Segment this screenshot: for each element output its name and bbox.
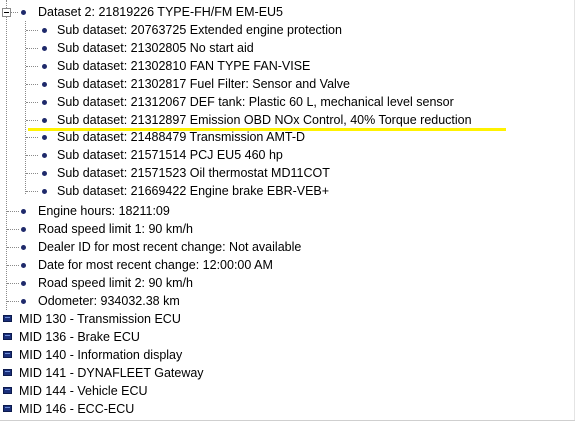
tree-node-sub-dataset[interactable]: Sub dataset: 21571514 PCJ EU5 460 hp (0, 146, 570, 164)
tree-branch-line (7, 300, 19, 302)
property-label: Road speed limit 2: 90 km/h (38, 275, 193, 290)
bullet-icon (42, 99, 47, 105)
bullet-icon (21, 280, 26, 286)
bullet-icon (42, 189, 47, 195)
tree-node-property[interactable]: Dealer ID for most recent change: Not av… (0, 238, 570, 256)
bullet-icon (42, 135, 47, 141)
tree-branch-line (26, 137, 38, 139)
sub-dataset-label: Sub dataset: 21312897 Emission OBD NOx C… (57, 112, 472, 127)
tree-node-ecu[interactable]: MID 146 - ECC-ECU (0, 400, 570, 418)
ecu-label: MID 136 - Brake ECU (19, 329, 140, 344)
sub-dataset-label: Sub dataset: 21302805 No start aid (57, 40, 254, 55)
ecu-module-icon (3, 404, 12, 412)
tree-node-sub-dataset[interactable]: Sub dataset: 21669422 Engine brake EBR-V… (0, 182, 570, 200)
ecu-module-icon (3, 315, 12, 322)
bullet-icon (42, 81, 47, 87)
bullet-icon (42, 153, 47, 159)
bullet-icon (21, 262, 26, 268)
property-label: Dealer ID for most recent change: Not av… (38, 239, 302, 254)
sub-dataset-label: Sub dataset: 21302810 FAN TYPE FAN-VISE (57, 58, 311, 73)
tree-node-sub-dataset[interactable]: Sub dataset: 21571523 Oil thermostat MD1… (0, 164, 570, 182)
property-label: Odometer: 934032.38 km (38, 293, 180, 308)
ecu-tree-view[interactable]: Dataset 2: 21819226 TYPE-FH/FM EM-EU5 Su… (0, 0, 575, 420)
tree-node-dataset[interactable]: Dataset 2: 21819226 TYPE-FH/FM EM-EU5 (0, 3, 400, 21)
bullet-icon (21, 209, 26, 214)
tree-node-ecu[interactable]: MID 140 - Information display (0, 346, 570, 364)
sub-dataset-label: Sub dataset: 20763725 Extended engine pr… (57, 23, 342, 37)
bullet-icon (42, 45, 47, 51)
tree-node-ecu[interactable]: MID 130 - Transmission ECU (0, 310, 570, 328)
dataset-label: Dataset 2: 21819226 TYPE-FH/FM EM-EU5 (38, 5, 284, 19)
ecu-label: MID 144 - Vehicle ECU (19, 383, 148, 398)
tree-branch-line (26, 65, 38, 67)
ecu-module-icon (3, 386, 12, 394)
tree-node-sub-dataset[interactable]: Sub dataset: 21302810 FAN TYPE FAN-VISE (0, 57, 570, 75)
tree-branch-line (26, 83, 38, 85)
ecu-label: MID 141 - DYNAFLEET Gateway (19, 365, 204, 380)
tree-node-property[interactable]: Date for most recent change: 12:00:00 AM (0, 256, 570, 274)
tree-node-property[interactable]: Road speed limit 2: 90 km/h (0, 274, 570, 292)
tree-branch-line (7, 246, 19, 248)
bullet-icon (21, 298, 26, 304)
ecu-label: MID 140 - Information display (19, 347, 183, 362)
tree-node-sub-dataset[interactable]: Sub dataset: 21312067 DEF tank: Plastic … (0, 93, 570, 111)
tree-bottom-border (0, 420, 575, 421)
tree-node-property[interactable]: Road speed limit 1: 90 km/h (0, 220, 570, 238)
sub-dataset-label: Sub dataset: 21571523 Oil thermostat MD1… (57, 166, 330, 181)
bullet-icon (42, 117, 47, 123)
tree-node-sub-dataset[interactable]: Sub dataset: 20763725 Extended engine pr… (0, 21, 570, 39)
ecu-module-icon (3, 368, 12, 376)
bullet-icon (21, 226, 26, 232)
property-label: Engine hours: 18211:09 (38, 204, 170, 218)
tree-branch-line (26, 191, 38, 193)
tree-node-sub-dataset[interactable]: Sub dataset: 21488479 Transmission AMT-D (0, 128, 570, 146)
ecu-label: MID 146 - ECC-ECU (19, 401, 135, 416)
ecu-module-icon (3, 332, 12, 340)
bullet-icon (42, 28, 47, 33)
tree-node-ecu[interactable]: MID 136 - Brake ECU (0, 328, 570, 346)
tree-node-ecu[interactable]: MID 141 - DYNAFLEET Gateway (0, 364, 570, 382)
tree-node-ecu[interactable]: MID 144 - Vehicle ECU (0, 382, 570, 400)
tree-branch-line (26, 119, 38, 121)
sub-dataset-label: Sub dataset: 21302817 Fuel Filter: Senso… (57, 76, 351, 91)
tree-branch-line (7, 264, 19, 266)
property-label: Date for most recent change: 12:00:00 AM (38, 257, 273, 272)
tree-node-property[interactable]: Odometer: 934032.38 km (0, 292, 570, 310)
bullet-icon (42, 171, 47, 177)
sub-dataset-label: Sub dataset: 21312067 DEF tank: Plastic … (57, 94, 454, 109)
tree-branch-line (7, 282, 19, 284)
tree-branch-line (26, 155, 38, 157)
tree-node-sub-dataset[interactable]: Sub dataset: 21302805 No start aid (0, 39, 570, 57)
tree-branch-line (26, 173, 38, 175)
sub-dataset-label: Sub dataset: 21669422 Engine brake EBR-V… (57, 184, 330, 199)
sub-dataset-label: Sub dataset: 21571514 PCJ EU5 460 hp (57, 148, 283, 163)
tree-branch-line (7, 211, 19, 212)
tree-node-property[interactable]: Engine hours: 18211:09 (0, 202, 570, 220)
property-label: Road speed limit 1: 90 km/h (38, 221, 193, 236)
bullet-icon (21, 10, 26, 15)
sub-dataset-label: Sub dataset: 21488479 Transmission AMT-D (57, 130, 306, 145)
tree-node-sub-dataset[interactable]: Sub dataset: 21302817 Fuel Filter: Senso… (0, 75, 570, 93)
ecu-label: MID 130 - Transmission ECU (19, 312, 181, 326)
bullet-icon (21, 244, 26, 250)
tree-branch-line (26, 30, 38, 31)
tree-branch-line (26, 101, 38, 103)
ecu-module-icon (3, 350, 12, 358)
tree-node-sub-dataset[interactable]: Sub dataset: 21312897 Emission OBD NOx C… (0, 111, 570, 129)
tree-branch-line (7, 228, 19, 230)
tree-branch-line (10, 12, 18, 13)
tree-branch-line (26, 47, 38, 49)
bullet-icon (42, 63, 47, 69)
